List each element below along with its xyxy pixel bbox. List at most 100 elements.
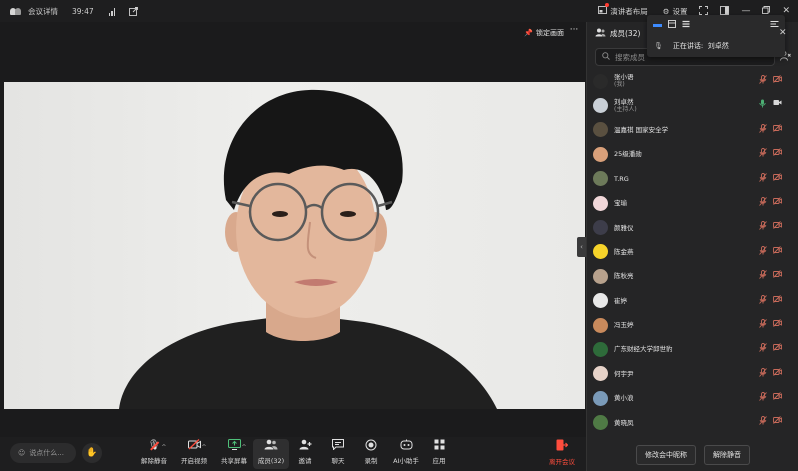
member-row[interactable]: 陈金燕	[587, 240, 798, 264]
avatar	[593, 390, 608, 406]
mic-muted-icon[interactable]	[759, 318, 767, 330]
camera-off-icon[interactable]	[773, 367, 782, 378]
mic-muted-icon[interactable]	[759, 392, 767, 403]
mic-muted-icon[interactable]	[759, 270, 767, 281]
mic-muted-icon[interactable]	[759, 197, 767, 208]
camera-off-icon[interactable]	[773, 221, 782, 231]
avatar	[593, 73, 608, 89]
camera-off-icon[interactable]	[773, 75, 782, 85]
camera-off-icon[interactable]	[773, 270, 782, 280]
camera-off-icon[interactable]	[773, 416, 782, 426]
collapse-panel-tab[interactable]: ‹	[577, 237, 586, 257]
list-view-icon[interactable]	[682, 20, 690, 30]
member-name: 冯玉婷	[614, 321, 634, 329]
apps-button[interactable]: 应用	[421, 439, 457, 469]
member-name-text: 何宇尹	[614, 369, 634, 378]
mic-muted-icon[interactable]	[759, 343, 767, 354]
app-logo-icon	[10, 7, 22, 15]
search-icon	[602, 52, 610, 62]
share-screen-button[interactable]: ^ 共享屏幕	[216, 439, 252, 469]
mic-muted-icon[interactable]	[759, 416, 767, 427]
mic-muted-icon[interactable]	[759, 75, 767, 86]
member-name-text: T.RG	[614, 174, 629, 183]
speaking-mic-icon: 🎙	[654, 42, 663, 50]
unmute-button[interactable]: 🎙^ 解除静音	[136, 439, 172, 469]
member-name-text: 广东财经大学邱世豹	[614, 345, 673, 354]
avatar	[593, 195, 608, 211]
camera-off-icon[interactable]	[773, 148, 782, 158]
speaker-view-icon[interactable]	[653, 23, 662, 27]
camera-off-icon[interactable]	[773, 245, 782, 256]
mic-on-icon[interactable]	[759, 99, 766, 110]
external-link-icon[interactable]	[128, 6, 138, 16]
invite-button[interactable]: 邀请	[287, 439, 323, 469]
member-name-text: 25级潘勋	[614, 150, 642, 159]
pin-icon: 📌	[524, 29, 533, 37]
layout-button[interactable]: 演讲者布局	[598, 3, 651, 17]
member-search-placeholder: 搜索成员	[615, 52, 645, 62]
member-row[interactable]: 刘卓然 (主持人)	[587, 93, 798, 117]
members-panel-title: 成员(32)	[610, 28, 641, 38]
mic-muted-icon[interactable]	[759, 367, 767, 379]
mic-muted-icon[interactable]	[759, 148, 767, 159]
member-row[interactable]: 陈秋亮	[587, 264, 798, 288]
camera-off-icon[interactable]	[773, 294, 782, 305]
member-row[interactable]: 25级潘勋	[587, 142, 798, 166]
member-row[interactable]: 崔婷	[587, 289, 798, 313]
pin-label: 锁定画面	[536, 29, 564, 37]
camera-off-icon[interactable]	[773, 197, 782, 207]
member-name-text: 张小语	[614, 73, 634, 82]
avatar	[593, 146, 608, 162]
mic-muted-icon[interactable]	[759, 172, 767, 184]
member-row[interactable]: 颜雅仪	[587, 215, 798, 239]
gallery-view-icon[interactable]	[668, 20, 676, 30]
rename-button[interactable]: 修改会中昵称	[636, 445, 696, 465]
apps-icon	[434, 439, 445, 452]
member-row[interactable]: 冯玉婷	[587, 313, 798, 337]
camera-off-icon[interactable]	[773, 392, 782, 402]
member-row[interactable]: T.RG	[587, 167, 798, 191]
speaker-video-frame	[119, 89, 497, 409]
camera-off-icon[interactable]	[773, 343, 782, 353]
member-row[interactable]: 广东财经大学邱世豹	[587, 337, 798, 361]
member-name: 温嘉祺 国家安全学	[614, 126, 668, 134]
chat-button[interactable]: 聊天	[320, 439, 356, 469]
network-signal-icon[interactable]	[108, 7, 117, 16]
leave-meeting-button[interactable]: 离开会议	[545, 439, 579, 469]
raise-hand-icon[interactable]: ✋	[82, 443, 102, 463]
camera-off-icon[interactable]	[773, 172, 782, 183]
avatar	[593, 171, 608, 187]
members-icon	[264, 439, 278, 452]
mic-muted-icon[interactable]	[759, 245, 767, 257]
members-button[interactable]: 成员(32)	[253, 439, 289, 469]
member-row[interactable]: 何宇尹	[587, 362, 798, 386]
popup-close-icon[interactable]: ✕	[779, 28, 787, 38]
more-options-icon[interactable]: ···	[568, 26, 580, 38]
camera-on-icon[interactable]	[773, 99, 782, 108]
mic-muted-icon[interactable]	[759, 221, 767, 232]
member-name: 颜雅仪	[614, 224, 634, 232]
member-row[interactable]: 黄晓凤	[587, 410, 798, 434]
mic-muted-icon[interactable]	[759, 294, 767, 306]
speaking-row: 🎙 正在讲话: 刘卓然	[647, 35, 785, 57]
layout-label: 演讲者布局	[610, 6, 648, 16]
unmute-all-button[interactable]: 解除静音	[704, 445, 750, 465]
meeting-details-link[interactable]: 会议详情	[28, 6, 58, 17]
member-row[interactable]: 温嘉祺 国家安全学	[587, 118, 798, 142]
camera-off-icon[interactable]	[773, 123, 782, 134]
camera-off-icon[interactable]	[773, 319, 782, 329]
members-panel: 成员(32) 搜索成员 张小语 (我) 刘卓然 (主持人) 温嘉祺 国家安全学 25级潘勋…	[586, 22, 798, 471]
member-name-text: 黄晓凤	[614, 418, 634, 427]
member-name: 陈金燕	[614, 248, 634, 256]
record-button[interactable]: 录制	[353, 439, 389, 469]
popup-menu-icon[interactable]	[770, 20, 779, 30]
quick-chat-input[interactable]: ☺ 说点什么...	[10, 443, 76, 463]
member-row[interactable]: 黄小浪	[587, 386, 798, 410]
mic-muted-icon[interactable]	[759, 123, 767, 135]
start-video-button[interactable]: ^ 开启视频	[176, 439, 212, 469]
member-row[interactable]: 张小语 (我)	[587, 69, 798, 93]
member-row[interactable]: 宝瑜	[587, 191, 798, 215]
pin-view-button[interactable]: 📌 锁定画面	[524, 28, 564, 38]
member-name: 刘卓然 (主持人)	[614, 98, 637, 114]
ai-assistant-button[interactable]: AI小助手	[388, 439, 424, 469]
